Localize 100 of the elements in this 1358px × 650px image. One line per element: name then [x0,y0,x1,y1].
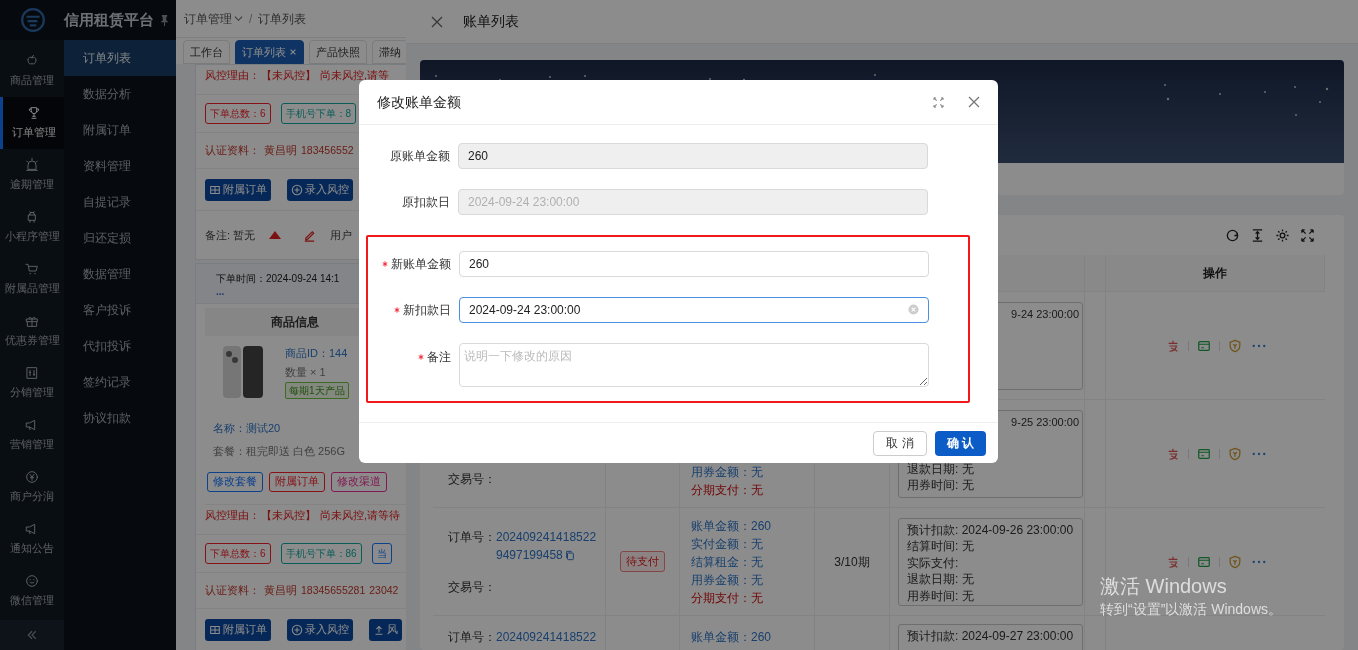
more-icon[interactable] [1251,451,1266,456]
fullscreen-icon[interactable] [1300,227,1315,243]
amount-line: 实付金额：无 [691,535,764,553]
submenu-item[interactable]: 数据管理 [64,256,176,292]
activation-text: 转到“设置”以激活 Windows。 [1100,600,1282,619]
action-button[interactable]: 附属订单 [205,618,271,641]
settings-icon[interactable] [1275,227,1290,243]
stat-tag: 手机号下单：8 [280,103,357,124]
close-icon[interactable] [431,15,443,28]
order-no-label: 订单号： [448,528,496,546]
period-tag: 每期1天产品 [285,382,349,399]
required-asterisk-icon [382,261,388,267]
rail-menu-item[interactable]: 优惠券管理 [0,305,64,357]
order-time: 下单时间：2024-09-24 14:1 [216,271,341,286]
copy-icon[interactable] [564,549,575,561]
shield-icon[interactable] [1227,446,1242,461]
rail-menu-item[interactable]: 逾期管理 [0,149,64,201]
amount-line: 用券金额：无 [691,463,764,481]
page-tab[interactable]: 订单列表 [235,40,304,64]
refresh-icon[interactable] [1225,227,1240,243]
confirm-button[interactable]: 确 认 [934,430,986,456]
line-height-icon[interactable] [1250,227,1265,243]
user-note-label: 用户 [330,227,353,243]
breadcrumb-link[interactable]: 订单管理 [184,9,243,28]
package-text: 套餐：租完即送 白色 256G [212,443,347,459]
page-tab[interactable]: 滞纳 [372,40,406,64]
rail-menu-item[interactable]: 小程序管理 [0,201,64,253]
submenu-item[interactable]: 自提记录 [64,184,176,220]
rail-menu-item[interactable]: 微信管理 [0,565,64,617]
schedule-line: 预计扣款: 2024-09-26 23:00:00 [907,521,1074,538]
required-asterisk-icon [394,307,400,313]
fullscreen-icon[interactable] [933,96,944,108]
order-number-link[interactable]: 202409241418522 [496,628,600,646]
risk-label: 风控理由： [205,508,260,522]
schedule-line: 9-24 23:00:00 [1011,306,1079,322]
card-icon[interactable] [1196,554,1211,569]
risk-reason: 尚未风控,请等 [320,68,390,82]
drawer-title: 账单列表 [463,12,519,31]
action-button[interactable]: 录入风控 [287,178,353,201]
risk-reason: 尚未风控,请等待 [320,508,401,522]
plus-circle-icon [291,623,303,636]
breadcrumb-link[interactable]: 订单列表 [258,9,307,28]
submenu-item[interactable]: 附属订单 [64,112,176,148]
cancel-button[interactable]: 取 消 [873,430,927,456]
yen-icon [24,469,40,486]
schedule-line: 结算时间: 无 [907,538,975,555]
order-number-link[interactable]: 2024092414185229497199458 [496,527,600,564]
phone-image [221,344,265,400]
shield-icon[interactable] [1227,554,1242,569]
submenu-item[interactable]: 归还定损 [64,220,176,256]
rail-menu-item[interactable]: 订单管理 [0,97,64,149]
field-label: 新扣款日 [403,302,451,319]
triangle-up-icon[interactable] [269,231,282,239]
action-button[interactable]: 录入风控 [287,618,353,641]
submenu-item[interactable]: 订单列表 [64,40,176,76]
more-icon[interactable] [1251,559,1266,564]
auth-value: 18345655281 [301,582,366,598]
stat-tag: 下单总数：6 [205,543,271,564]
risk-label: 风控理由： [205,68,260,82]
pin-icon[interactable] [160,14,169,26]
auth-value: 183456552 [301,142,354,158]
submenu-item[interactable]: 资料管理 [64,148,176,184]
more-icon[interactable] [1251,343,1266,348]
card-icon[interactable] [1196,338,1211,353]
product-name: 名称：测试20 [212,421,282,436]
input-field[interactable]: 2024-09-24 23:00:00 [459,297,929,323]
rail-menu-item[interactable]: 分销管理 [0,357,64,409]
submenu-item[interactable]: 协议扣款 [64,400,176,436]
action-button[interactable]: 附属订单 [205,178,271,201]
rail-menu-item[interactable]: 通知公告 [0,513,64,565]
product-action-tag[interactable]: 修改渠道 [331,471,387,492]
card-icon[interactable] [1196,446,1211,461]
rail-menu-item[interactable]: 商品管理 [0,45,64,97]
field-label: 原扣款日 [402,194,450,211]
shield-icon[interactable] [1227,338,1242,353]
amount-line: 分期支付：无 [691,481,764,499]
more-text: ... [216,286,226,297]
auth-label: 认证资料： [205,582,260,598]
amount-line: 结算租金：无 [691,553,764,571]
pencil-icon[interactable] [303,228,317,242]
page-tab[interactable]: 产品快照 [309,40,367,64]
schedule-line: 9-25 23:00:00 [1011,414,1079,430]
schedule-line: 用券时间: 无 [907,587,975,604]
schedule-line: 实际支付: [907,554,960,571]
trade-no-label: 交易号： [448,470,497,488]
rail-menu-item[interactable]: 附属品管理 [0,253,64,305]
action-button[interactable]: 风 [369,618,402,641]
page-tab[interactable]: 工作台 [183,40,230,64]
input-field[interactable]: 260 [459,251,929,277]
rail-menu-item[interactable]: 商户分润 [0,461,64,513]
rail-menu-item[interactable]: 营销管理 [0,409,64,461]
submenu-item[interactable]: 客户投诉 [64,292,176,328]
close-icon[interactable] [968,96,980,108]
submenu-item[interactable]: 代扣投诉 [64,328,176,364]
product-action-tag[interactable]: 修改套餐 [207,471,263,492]
remark-text: 备注: 暂无 [205,227,256,243]
submenu-item[interactable]: 签约记录 [64,364,176,400]
product-action-tag[interactable]: 附属订单 [269,471,325,492]
submenu-item[interactable]: 数据分析 [64,76,176,112]
order-no-label: 订单号： [448,629,496,646]
